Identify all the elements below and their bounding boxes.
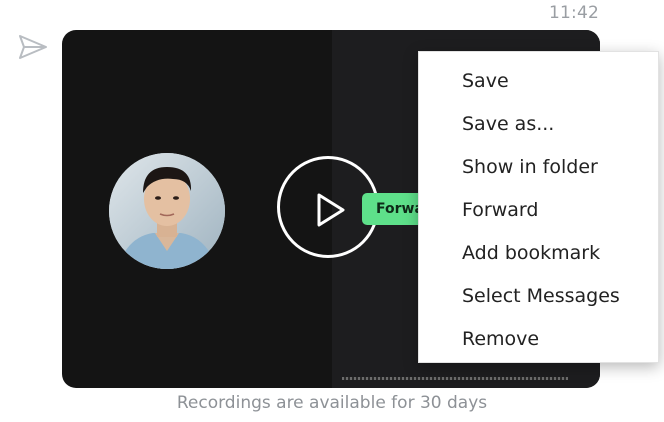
menu-item-show-in-folder[interactable]: Show in folder [419,146,658,189]
avatar [109,153,225,269]
chat-message-area: 11:42 Forward Save Save as... Show in fo… [0,0,664,422]
menu-item-forward[interactable]: Forward [419,189,658,232]
paper-plane-icon [18,34,48,60]
menu-item-add-bookmark[interactable]: Add bookmark [419,232,658,275]
play-icon [317,193,345,227]
menu-item-select-messages[interactable]: Select Messages [419,275,658,318]
context-menu: Save Save as... Show in folder Forward A… [418,51,659,363]
recording-progress-strip [342,377,568,380]
menu-item-remove[interactable]: Remove [419,318,658,361]
recording-availability-caption: Recordings are available for 30 days [176,393,488,413]
message-timestamp: 11:42 [549,3,599,23]
menu-item-save[interactable]: Save [419,60,658,103]
menu-item-save-as[interactable]: Save as... [419,103,658,146]
